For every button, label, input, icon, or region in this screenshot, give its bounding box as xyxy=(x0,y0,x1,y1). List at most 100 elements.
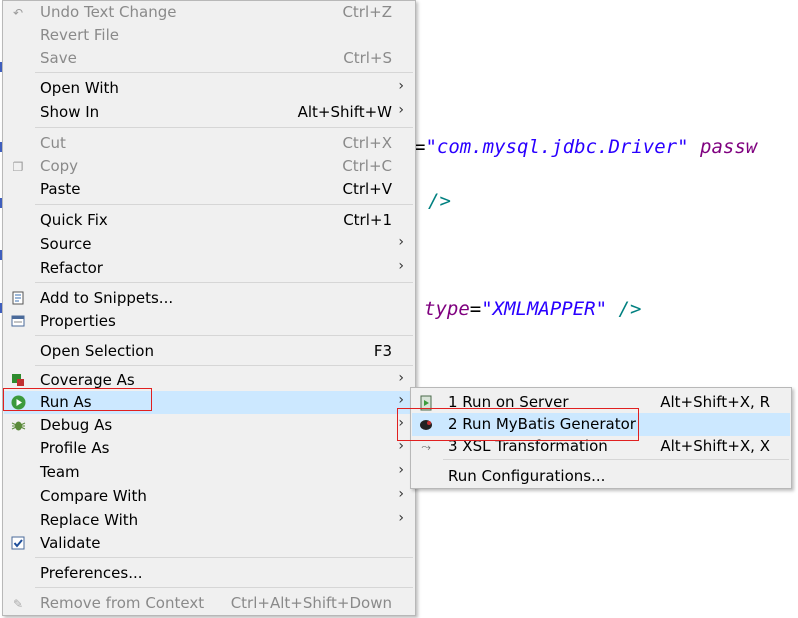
menu-item-paste[interactable]: Paste Ctrl+V xyxy=(4,178,414,201)
menu-item-refactor[interactable]: Refactor › xyxy=(4,257,414,280)
menu-item-save[interactable]: Save Ctrl+S xyxy=(4,47,414,70)
menu-item-label: Coverage As xyxy=(40,371,135,389)
chevron-right-icon: › xyxy=(398,486,404,502)
chevron-right-icon: › xyxy=(398,234,404,250)
context-menu: ↶ Undo Text Change Ctrl+Z Revert File Sa… xyxy=(2,0,416,616)
menu-item-open-selection[interactable]: Open Selection F3 xyxy=(4,340,414,363)
menu-item-copy[interactable]: ❐ Copy Ctrl+C xyxy=(4,155,414,178)
code-line-type: type="XMLMAPPER" /> xyxy=(424,298,641,320)
chevron-right-icon: › xyxy=(398,415,404,431)
code-string-driver: "com.mysql.jdbc.Driver" xyxy=(425,136,689,158)
snippets-icon xyxy=(10,291,26,307)
chevron-right-icon: › xyxy=(398,438,404,454)
submenu-item-accel: Alt+Shift+X, R xyxy=(660,393,770,411)
submenu-item-run-configurations[interactable]: Run Configurations... xyxy=(412,465,790,488)
menu-item-source[interactable]: Source › xyxy=(4,233,414,256)
menu-item-show-in[interactable]: Show In Alt+Shift+W › xyxy=(4,101,414,124)
code-eq: = xyxy=(469,298,482,320)
menu-item-accel: Ctrl+S xyxy=(343,49,392,67)
menu-item-label: Validate xyxy=(40,534,101,552)
menu-item-accel: Ctrl+C xyxy=(342,157,392,175)
menu-separator xyxy=(35,365,413,366)
submenu-item-accel: Alt+Shift+X, X xyxy=(660,437,770,455)
menu-item-run-as[interactable]: Run As › xyxy=(4,391,414,414)
menu-item-undo-text-change[interactable]: ↶ Undo Text Change Ctrl+Z xyxy=(4,1,414,24)
menu-item-label: Show In xyxy=(40,103,100,121)
chevron-right-icon: › xyxy=(398,370,404,386)
menu-separator xyxy=(35,204,413,205)
menu-item-accel: Ctrl+Z xyxy=(342,3,392,21)
menu-separator xyxy=(35,72,413,73)
mybatis-icon xyxy=(418,417,434,433)
menu-item-label: Properties xyxy=(40,312,116,330)
menu-item-label: Open Selection xyxy=(40,342,154,360)
debug-icon xyxy=(10,418,26,434)
menu-item-label: Quick Fix xyxy=(40,211,108,229)
menu-item-team[interactable]: Team › xyxy=(4,461,414,484)
menu-item-label: Debug As xyxy=(40,416,113,434)
server-icon xyxy=(418,395,434,411)
menu-separator xyxy=(443,459,789,460)
menu-item-label: Open With xyxy=(40,79,119,97)
menu-item-revert-file[interactable]: Revert File xyxy=(4,24,414,47)
run-icon xyxy=(10,395,26,411)
menu-separator xyxy=(35,587,413,588)
chevron-right-icon: › xyxy=(398,510,404,526)
submenu-item-label: 2 Run MyBatis Generator xyxy=(448,415,636,433)
code-line-driver: ="com.mysql.jdbc.Driver" passw xyxy=(414,136,757,158)
chevron-right-icon: › xyxy=(398,392,404,408)
menu-item-label: Cut xyxy=(40,134,66,152)
menu-item-replace-with[interactable]: Replace With › xyxy=(4,509,414,532)
menu-separator xyxy=(35,282,413,283)
menu-item-accel: F3 xyxy=(373,342,392,360)
menu-item-validate[interactable]: Validate xyxy=(4,532,414,555)
code-attr-type: type xyxy=(424,298,470,320)
submenu-item-label: 1 Run on Server xyxy=(448,393,569,411)
code-attr-password: passw xyxy=(688,136,758,158)
copy-icon: ❐ xyxy=(12,160,24,174)
menu-item-label: Copy xyxy=(40,157,79,175)
menu-item-quick-fix[interactable]: Quick Fix Ctrl+1 xyxy=(4,209,414,232)
menu-item-add-to-snippets[interactable]: Add to Snippets... xyxy=(4,287,414,310)
submenu-item-run-mybatis-generator[interactable]: 2 Run MyBatis Generator xyxy=(412,413,790,436)
submenu-item-run-on-server[interactable]: 1 Run on Server Alt+Shift+X, R xyxy=(412,391,790,414)
chevron-right-icon: › xyxy=(398,102,404,118)
chevron-right-icon: › xyxy=(398,462,404,478)
coverage-icon xyxy=(10,373,26,389)
chevron-right-icon: › xyxy=(398,258,404,274)
code-string-xmlmapper: "XMLMAPPER" xyxy=(481,298,608,320)
menu-item-accel: Ctrl+X xyxy=(342,134,392,152)
menu-item-label: Revert File xyxy=(40,26,119,44)
run-as-submenu: 1 Run on Server Alt+Shift+X, R 2 Run MyB… xyxy=(410,387,792,489)
chevron-right-icon: › xyxy=(398,78,404,94)
menu-item-accel: Ctrl+V xyxy=(342,180,392,198)
menu-item-cut[interactable]: Cut Ctrl+X xyxy=(4,132,414,155)
menu-item-label: Replace With xyxy=(40,511,139,529)
menu-item-profile-as[interactable]: Profile As › xyxy=(4,437,414,460)
menu-item-label: Add to Snippets... xyxy=(40,289,174,307)
submenu-item-xsl-transformation[interactable]: ⤳ 3 XSL Transformation Alt+Shift+X, X xyxy=(412,435,790,458)
menu-item-remove-from-context[interactable]: ✎ Remove from Context Ctrl+Alt+Shift+Dow… xyxy=(4,592,414,615)
menu-item-open-with[interactable]: Open With › xyxy=(4,77,414,100)
menu-item-debug-as[interactable]: Debug As › xyxy=(4,414,414,437)
code-line-close: /> xyxy=(428,190,451,212)
properties-icon xyxy=(10,314,26,330)
menu-item-label: Source xyxy=(40,235,92,253)
undo-icon: ↶ xyxy=(12,6,24,20)
menu-item-label: Compare With xyxy=(40,487,147,505)
menu-item-label: Profile As xyxy=(40,439,110,457)
menu-item-compare-with[interactable]: Compare With › xyxy=(4,485,414,508)
check-icon xyxy=(10,536,26,552)
code-tag-close: /> xyxy=(607,298,642,320)
menu-item-properties[interactable]: Properties xyxy=(4,310,414,333)
menu-item-label: Team xyxy=(40,463,80,481)
menu-item-coverage-as[interactable]: Coverage As › xyxy=(4,369,414,392)
menu-item-accel: Ctrl+Alt+Shift+Down xyxy=(230,594,392,612)
menu-item-accel: Alt+Shift+W xyxy=(297,103,392,121)
menu-separator xyxy=(35,127,413,128)
menu-item-label: Remove from Context xyxy=(40,594,205,612)
submenu-item-label: 3 XSL Transformation xyxy=(448,437,608,455)
menu-item-label: Run As xyxy=(40,393,92,411)
menu-item-preferences[interactable]: Preferences... xyxy=(4,562,414,585)
menu-separator xyxy=(35,557,413,558)
